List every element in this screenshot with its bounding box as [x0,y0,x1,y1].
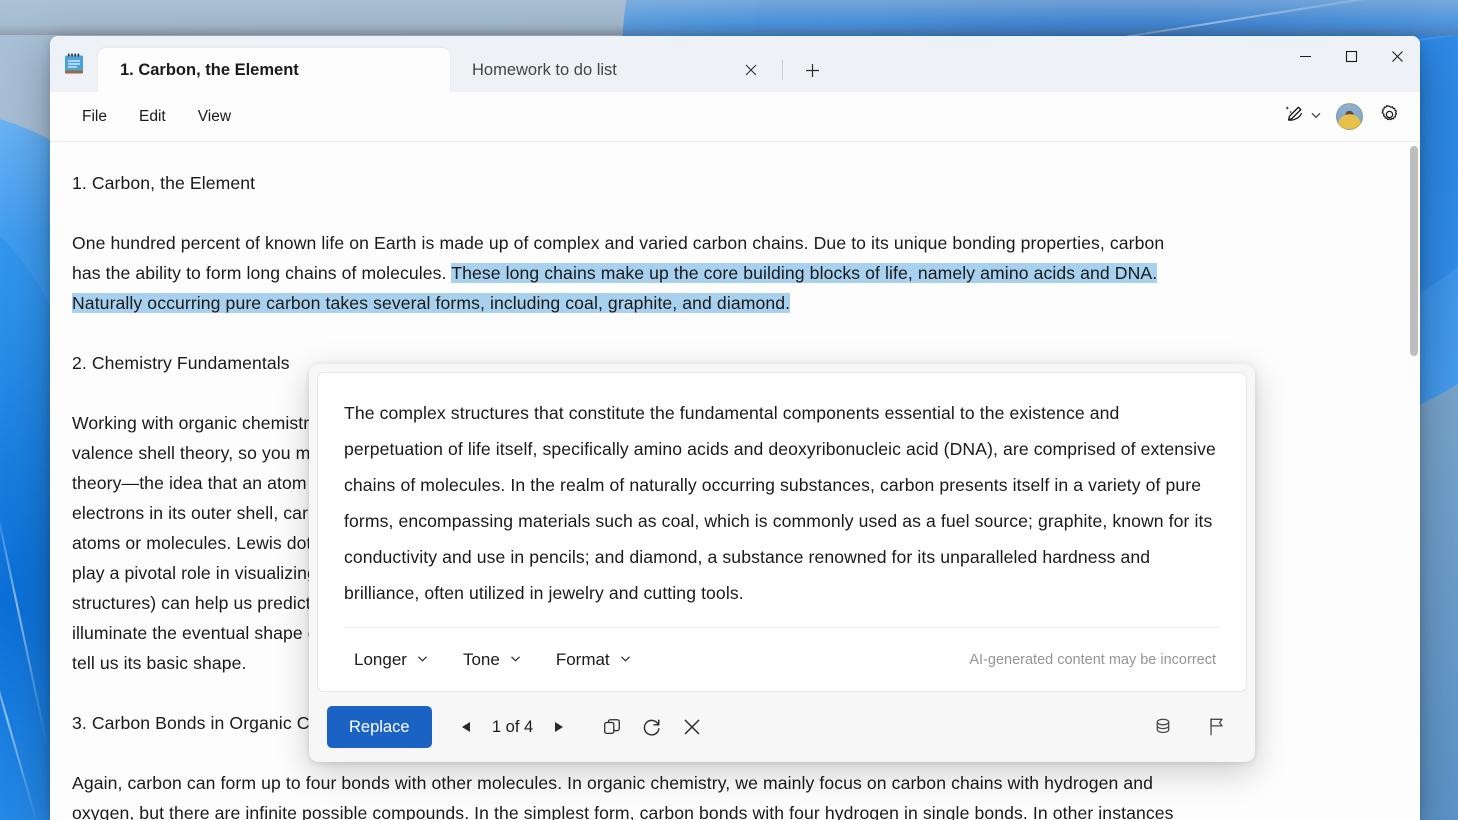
title-bar: 1. Carbon, the Element Homework to do li… [50,36,1420,92]
paragraph-1-line-2-plain: has the ability to form long chains of m… [72,263,452,283]
chevron-down-icon [416,650,429,670]
avatar [1336,103,1363,130]
ai-action-bar: Replace 1 of 4 [309,692,1255,762]
tab-label: Homework to do list [472,60,617,79]
document-scrollbar[interactable] [1410,146,1418,820]
tone-dropdown[interactable]: Tone [453,644,532,676]
length-dropdown-label: Longer [354,649,407,669]
close-icon[interactable] [736,55,766,85]
document-paragraph-1-line-3: Naturally occurring pure carbon takes se… [72,288,1392,318]
tab-homework-to-do-list[interactable]: Homework to do list [450,48,780,92]
scrollbar-thumb[interactable] [1410,146,1418,356]
menu-item-file[interactable]: File [66,102,123,132]
document-paragraph-1-line-2: has the ability to form long chains of m… [72,258,1392,288]
selected-text-part-2: Naturally occurring pure carbon takes se… [72,293,791,313]
document-paragraph-3-line-1: Again, carbon can form up to four bonds … [72,773,1153,793]
format-dropdown-label: Format [555,649,610,669]
notepad-icon [50,36,98,92]
tab-separator [782,60,783,80]
new-tab-button[interactable] [793,51,831,89]
length-dropdown[interactable]: Longer [344,644,439,676]
close-window-button[interactable] [1374,36,1420,76]
ai-result-card: The complex structures that constitute t… [317,372,1247,692]
ai-options-bar: Longer Tone Format AI-generated content … [344,627,1220,691]
ai-rewrite-popup: The complex structures that constitute t… [309,364,1255,762]
close-icon[interactable] [672,707,712,747]
menu-bar-right-group [1278,100,1406,134]
suggestion-counter: 1 of 4 [491,717,534,736]
menu-bar: File Edit View [50,92,1420,142]
selected-text-part-1: These long chains make up the core build… [451,263,1158,283]
tab-strip: 1. Carbon, the Element Homework to do li… [98,36,831,92]
wallpaper-top-shade [0,0,1458,35]
menu-item-edit[interactable]: Edit [123,102,182,132]
gear-icon [1379,104,1400,130]
document-paragraph-3-line-2: oxygen, but there are infinite possible … [72,803,1174,820]
refresh-icon[interactable] [632,707,672,747]
maximize-button[interactable] [1328,36,1374,76]
flag-icon[interactable] [1197,707,1237,747]
settings-button[interactable] [1372,100,1406,134]
account-button[interactable] [1331,100,1368,134]
ai-disclaimer: AI-generated content may be incorrect [969,651,1216,668]
chevron-down-icon [1310,108,1322,126]
format-dropdown[interactable]: Format [546,644,642,676]
ai-action-bar-right-group [1143,707,1237,747]
credits-coins-icon[interactable] [1143,707,1183,747]
replace-button[interactable]: Replace [327,706,432,748]
copilot-rewrite-button[interactable] [1278,100,1327,134]
minimize-button[interactable] [1282,36,1328,76]
document-paragraph-1-line-1: One hundred percent of known life on Ear… [72,233,1165,253]
tab-label: 1. Carbon, the Element [120,60,299,79]
copy-icon[interactable] [592,707,632,747]
previous-suggestion-button[interactable] [450,710,484,744]
chevron-down-icon [619,650,632,670]
document-heading-1: 1. Carbon, the Element [72,173,256,193]
next-suggestion-button[interactable] [542,710,576,744]
chevron-down-icon [509,650,522,670]
notepad-window: 1. Carbon, the Element Homework to do li… [50,36,1420,820]
window-controls [1282,36,1420,76]
tab-carbon-the-element[interactable]: 1. Carbon, the Element [98,48,450,92]
desktop: 1. Carbon, the Element Homework to do li… [0,0,1458,820]
tone-dropdown-label: Tone [462,649,500,669]
menu-item-view[interactable]: View [182,102,247,132]
ai-generated-text: The complex structures that constitute t… [344,403,1216,603]
copilot-rewrite-icon [1283,103,1305,130]
